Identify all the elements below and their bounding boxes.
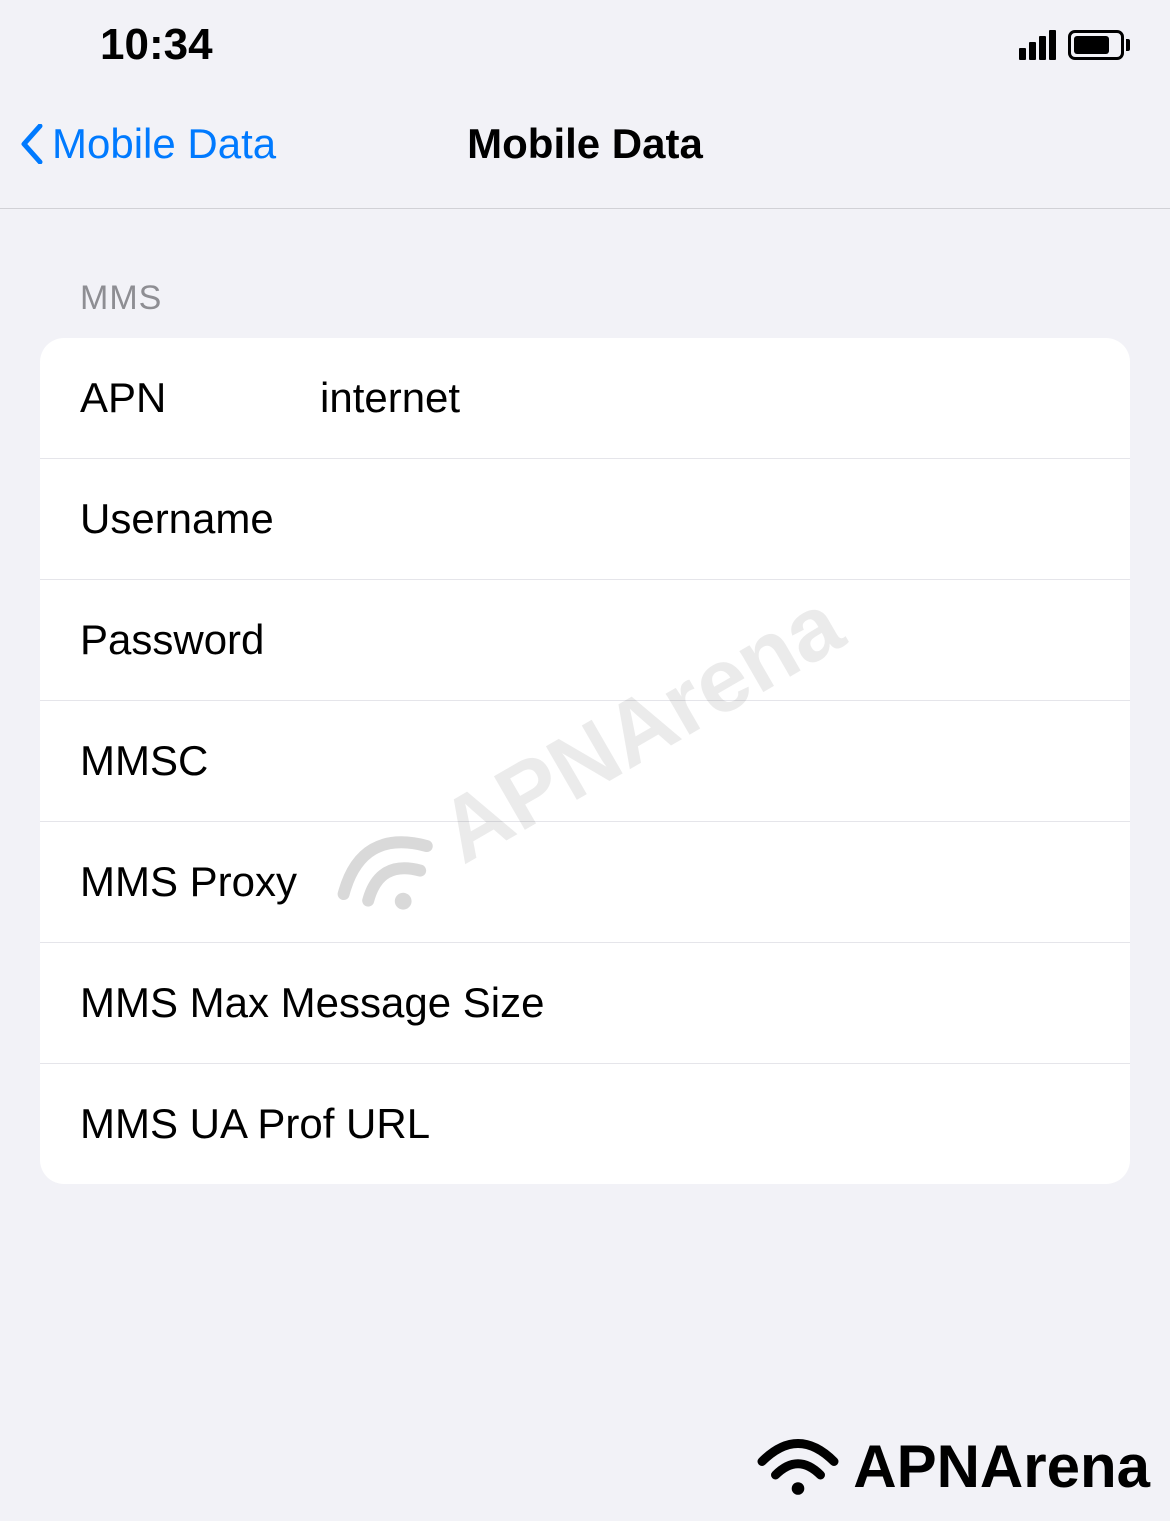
- status-icons: [1019, 30, 1130, 60]
- label-mms-ua: MMS UA Prof URL: [80, 1100, 430, 1148]
- brand-text: APNArena: [853, 1432, 1150, 1501]
- input-username[interactable]: [320, 495, 1090, 543]
- label-mms-proxy: MMS Proxy: [80, 858, 320, 906]
- label-apn: APN: [80, 374, 320, 422]
- input-mmsc[interactable]: [320, 737, 1090, 785]
- wifi-icon: [753, 1431, 843, 1501]
- settings-group-mms: APN Username Password MMSC MMS Proxy MMS…: [40, 338, 1130, 1184]
- row-mms-proxy[interactable]: MMS Proxy: [40, 822, 1130, 943]
- chevron-left-icon: [20, 124, 44, 164]
- row-password[interactable]: Password: [40, 580, 1130, 701]
- row-mms-ua[interactable]: MMS UA Prof URL: [40, 1064, 1130, 1184]
- status-bar: 10:34: [0, 0, 1170, 90]
- label-mms-max: MMS Max Message Size: [80, 979, 544, 1027]
- row-apn[interactable]: APN: [40, 338, 1130, 459]
- row-username[interactable]: Username: [40, 459, 1130, 580]
- label-mmsc: MMSC: [80, 737, 320, 785]
- battery-icon: [1068, 30, 1130, 60]
- row-mmsc[interactable]: MMSC: [40, 701, 1130, 822]
- cellular-signal-icon: [1019, 30, 1056, 60]
- back-button[interactable]: Mobile Data: [20, 120, 276, 168]
- page-title: Mobile Data: [467, 120, 703, 168]
- back-label: Mobile Data: [52, 120, 276, 168]
- input-apn[interactable]: [320, 374, 1090, 422]
- label-password: Password: [80, 616, 320, 664]
- row-mms-max[interactable]: MMS Max Message Size: [40, 943, 1130, 1064]
- status-time: 10:34: [100, 20, 213, 70]
- input-mms-proxy[interactable]: [320, 858, 1090, 906]
- input-password[interactable]: [320, 616, 1090, 664]
- navigation-bar: Mobile Data Mobile Data: [0, 90, 1170, 209]
- section-header-mms: MMS: [40, 209, 1130, 338]
- brand-footer: APNArena: [753, 1431, 1150, 1501]
- content: MMS APN Username Password MMSC MMS Proxy: [0, 209, 1170, 1184]
- label-username: Username: [80, 495, 320, 543]
